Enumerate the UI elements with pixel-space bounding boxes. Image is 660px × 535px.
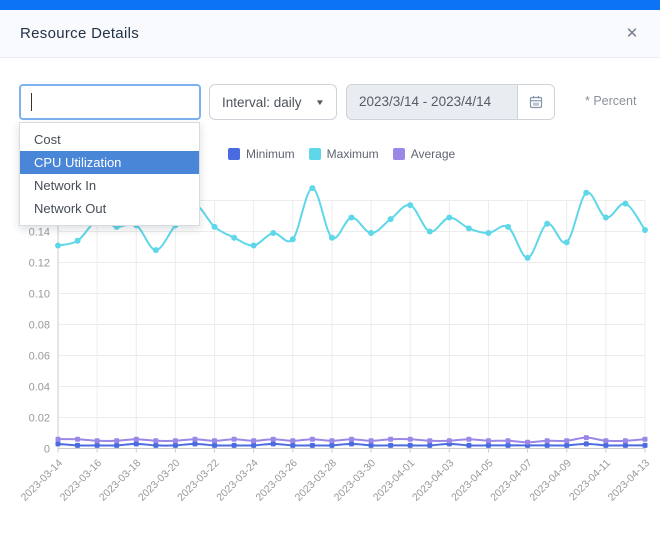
svg-text:2023-04-13: 2023-04-13 — [606, 457, 653, 504]
svg-text:0: 0 — [44, 444, 50, 456]
resource-details-modal: Resource Details ✕ Cost CPU Utilization … — [0, 0, 660, 535]
unit-note: * Percent — [585, 94, 636, 108]
svg-text:0.02: 0.02 — [29, 413, 50, 425]
chart-legend: Minimum Maximum Average — [228, 147, 455, 161]
modal-header: Resource Details ✕ — [0, 10, 660, 58]
interval-select-value: Interval: daily — [222, 95, 302, 110]
metric-option-network-in[interactable]: Network In — [20, 174, 199, 197]
legend-item-average[interactable]: Average — [393, 147, 455, 161]
legend-item-minimum[interactable]: Minimum — [228, 147, 295, 161]
interval-select[interactable]: Interval: daily ▼ — [209, 84, 337, 120]
svg-text:0.12: 0.12 — [29, 258, 50, 270]
svg-text:0.06: 0.06 — [29, 351, 50, 363]
calendar-icon[interactable] — [517, 85, 554, 119]
metric-option-cost[interactable]: Cost — [20, 128, 199, 151]
svg-text:0.04: 0.04 — [29, 382, 50, 394]
modal-title: Resource Details — [20, 25, 139, 42]
metric-option-network-out[interactable]: Network Out — [20, 197, 199, 220]
average-swatch-icon — [393, 148, 405, 160]
metric-combobox-input[interactable] — [19, 84, 201, 120]
metric-dropdown-menu: Cost CPU Utilization Network In Network … — [19, 122, 200, 226]
svg-text:2023-04-09: 2023-04-09 — [527, 457, 574, 504]
legend-item-maximum[interactable]: Maximum — [309, 147, 379, 161]
page-header-strip — [0, 0, 660, 10]
metric-option-cpu-utilization[interactable]: CPU Utilization — [20, 151, 199, 174]
svg-text:0.10: 0.10 — [29, 289, 50, 301]
chevron-down-icon: ▼ — [315, 98, 325, 107]
date-range-picker[interactable]: 2023/3/14 - 2023/4/14 — [346, 84, 555, 120]
text-caret — [31, 93, 32, 111]
svg-text:0.14: 0.14 — [29, 227, 50, 239]
close-icon[interactable]: ✕ — [622, 24, 642, 44]
date-range-value: 2023/3/14 - 2023/4/14 — [347, 85, 517, 119]
svg-text:0.08: 0.08 — [29, 320, 50, 332]
maximum-swatch-icon — [309, 148, 321, 160]
minimum-swatch-icon — [228, 148, 240, 160]
